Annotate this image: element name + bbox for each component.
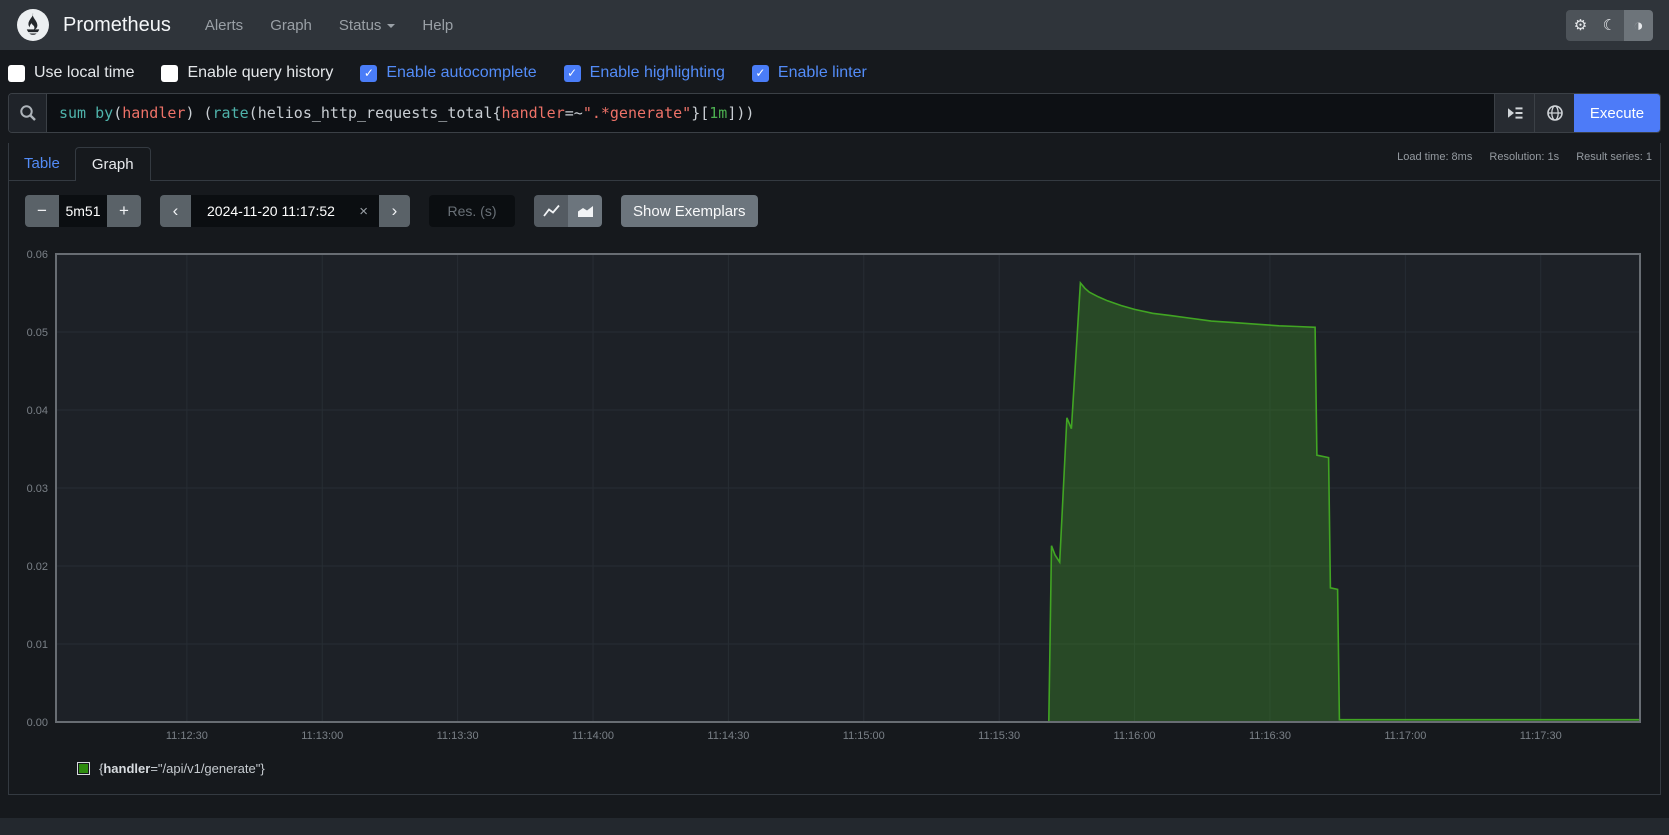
nav-item-status[interactable]: Status xyxy=(339,17,396,34)
query-token-keyword: by xyxy=(95,104,113,122)
y-tick-label: 0.06 xyxy=(27,249,48,261)
graph-chart: 0.00 0.01 0.02 0.03 0.04 0.05 0.06 11:12:30 11:1… xyxy=(17,233,1652,745)
checkbox-enable-autocomplete[interactable]: ✓ Enable autocomplete xyxy=(360,64,536,82)
range-increase-button[interactable]: + xyxy=(107,195,141,227)
query-token-keyword: rate xyxy=(213,104,249,122)
query-token-metric: helios_http_requests_total xyxy=(258,104,493,122)
clear-time-icon[interactable]: × xyxy=(348,203,379,220)
query-token-plain: =~ xyxy=(565,104,583,122)
chart-type-toggle-group xyxy=(534,195,602,227)
x-tick-label: 11:14:00 xyxy=(572,730,614,742)
contrast-icon[interactable]: ◑ xyxy=(1624,10,1653,41)
query-token-label: handler xyxy=(122,104,185,122)
checkbox-unchecked-icon[interactable] xyxy=(8,65,25,82)
x-tick-label: 11:13:00 xyxy=(301,730,343,742)
query-token-plain: { xyxy=(493,104,502,122)
x-tick-label: 11:15:00 xyxy=(843,730,885,742)
query-panel: Table Graph Load time: 8ms Resolution: 1… xyxy=(8,143,1661,795)
checkbox-label: Enable query history xyxy=(187,64,333,82)
explain-tree-icon[interactable] xyxy=(1494,94,1534,132)
tab-graph[interactable]: Graph xyxy=(75,147,151,181)
y-tick-label: 0.03 xyxy=(27,483,48,495)
search-icon xyxy=(9,94,47,132)
app-title: Prometheus xyxy=(63,14,171,37)
y-tick-label: 0.01 xyxy=(27,639,48,651)
x-tick-label: 11:16:00 xyxy=(1114,730,1156,742)
range-input[interactable] xyxy=(59,195,107,227)
stat-result-series: Result series: 1 xyxy=(1576,151,1652,163)
query-token-plain xyxy=(86,104,95,122)
datetime-input[interactable]: 2024-11-20 11:17:52 × xyxy=(191,195,379,227)
query-bar: sum by(handler) (rate(helios_http_reques… xyxy=(8,93,1661,133)
checkbox-enable-linter[interactable]: ✓ Enable linter xyxy=(752,64,867,82)
checkbox-label: Enable highlighting xyxy=(590,64,725,82)
range-decrease-button[interactable]: − xyxy=(25,195,59,227)
x-tick-label: 11:12:30 xyxy=(166,730,208,742)
checkbox-label: Use local time xyxy=(34,64,134,82)
checkbox-checked-icon[interactable]: ✓ xyxy=(752,65,769,82)
navbar: Prometheus Alerts Graph Status Help ⚙ ☾ … xyxy=(0,0,1669,50)
checkbox-checked-icon[interactable]: ✓ xyxy=(564,65,581,82)
query-stats: Load time: 8ms Resolution: 1s Result ser… xyxy=(1383,151,1652,163)
tab-table[interactable]: Table xyxy=(9,147,75,180)
metrics-explorer-globe-icon[interactable] xyxy=(1534,94,1574,132)
nav-item-alerts[interactable]: Alerts xyxy=(205,17,243,34)
graph-canvas[interactable]: 0.00 0.01 0.02 0.03 0.04 0.05 0.06 11:12:30 11:1… xyxy=(17,233,1668,745)
x-tick-label: 11:17:30 xyxy=(1520,730,1562,742)
time-forward-chevron-button[interactable]: › xyxy=(379,195,410,227)
graph-panel-body: − + ‹ 2024-11-20 11:17:52 × › xyxy=(9,181,1660,794)
x-tick-label: 11:16:30 xyxy=(1249,730,1291,742)
settings-gear-icon[interactable]: ⚙ xyxy=(1566,10,1595,41)
query-options-row: Use local time Enable query history ✓ Enabl… xyxy=(0,50,1669,93)
query-token-plain: ( xyxy=(249,104,258,122)
x-tick-label: 11:13:30 xyxy=(437,730,479,742)
nav-item-graph[interactable]: Graph xyxy=(270,17,312,34)
time-control-group: ‹ 2024-11-20 11:17:52 × › xyxy=(160,195,410,227)
query-token-plain: ) ( xyxy=(185,104,212,122)
theme-toggle-group: ⚙ ☾ ◑ xyxy=(1566,10,1653,41)
checkbox-unchecked-icon[interactable] xyxy=(161,65,178,82)
query-token-plain: }[ xyxy=(691,104,709,122)
checkbox-enable-highlighting[interactable]: ✓ Enable highlighting xyxy=(564,64,725,82)
dark-mode-moon-icon[interactable]: ☾ xyxy=(1595,10,1624,41)
series-legend-label: {handler="/api/v1/generate"} xyxy=(99,761,265,776)
query-token-plain: ( xyxy=(113,104,122,122)
resolution-input[interactable] xyxy=(429,195,515,227)
x-tick-label: 11:14:30 xyxy=(707,730,749,742)
checkbox-label: Enable linter xyxy=(778,64,867,82)
datetime-value: 2024-11-20 11:17:52 xyxy=(207,203,335,219)
query-token-string: ".*generate" xyxy=(583,104,691,122)
checkbox-enable-query-history[interactable]: Enable query history xyxy=(161,64,333,82)
stat-load-time: Load time: 8ms xyxy=(1397,151,1472,163)
checkbox-checked-icon[interactable]: ✓ xyxy=(360,65,377,82)
prometheus-logo-icon xyxy=(16,8,50,42)
checkbox-label: Enable autocomplete xyxy=(386,64,536,82)
series-legend-item[interactable]: {handler="/api/v1/generate"} xyxy=(77,761,1652,776)
footer-strip xyxy=(0,818,1669,835)
x-tick-label: 11:17:00 xyxy=(1384,730,1426,742)
checkbox-use-local-time[interactable]: Use local time xyxy=(8,64,134,82)
query-token-plain: ])) xyxy=(727,104,754,122)
execute-button[interactable]: Execute xyxy=(1574,94,1660,132)
query-token-keyword: sum xyxy=(59,104,86,122)
panel-tabbar: Table Graph Load time: 8ms Resolution: 1… xyxy=(9,143,1660,181)
query-token-label: handler xyxy=(502,104,565,122)
nav-item-help[interactable]: Help xyxy=(422,17,453,34)
y-tick-label: 0.00 xyxy=(27,717,48,729)
show-exemplars-button[interactable]: Show Exemplars xyxy=(621,195,758,227)
y-tick-label: 0.02 xyxy=(27,561,48,573)
graph-controls: − + ‹ 2024-11-20 11:17:52 × › xyxy=(25,195,1652,227)
stacked-chart-icon[interactable] xyxy=(568,195,602,227)
query-expression-input[interactable]: sum by(handler) (rate(helios_http_reques… xyxy=(47,94,1494,132)
line-chart-icon[interactable] xyxy=(534,195,568,227)
y-tick-label: 0.04 xyxy=(27,405,48,417)
series-color-swatch xyxy=(77,762,90,775)
y-tick-label: 0.05 xyxy=(27,327,48,339)
range-control-group: − + xyxy=(25,195,141,227)
query-token-duration: 1m xyxy=(709,104,727,122)
x-tick-label: 11:15:30 xyxy=(978,730,1020,742)
stat-resolution: Resolution: 1s xyxy=(1489,151,1559,163)
chevron-down-icon xyxy=(387,24,395,28)
time-back-chevron-button[interactable]: ‹ xyxy=(160,195,191,227)
